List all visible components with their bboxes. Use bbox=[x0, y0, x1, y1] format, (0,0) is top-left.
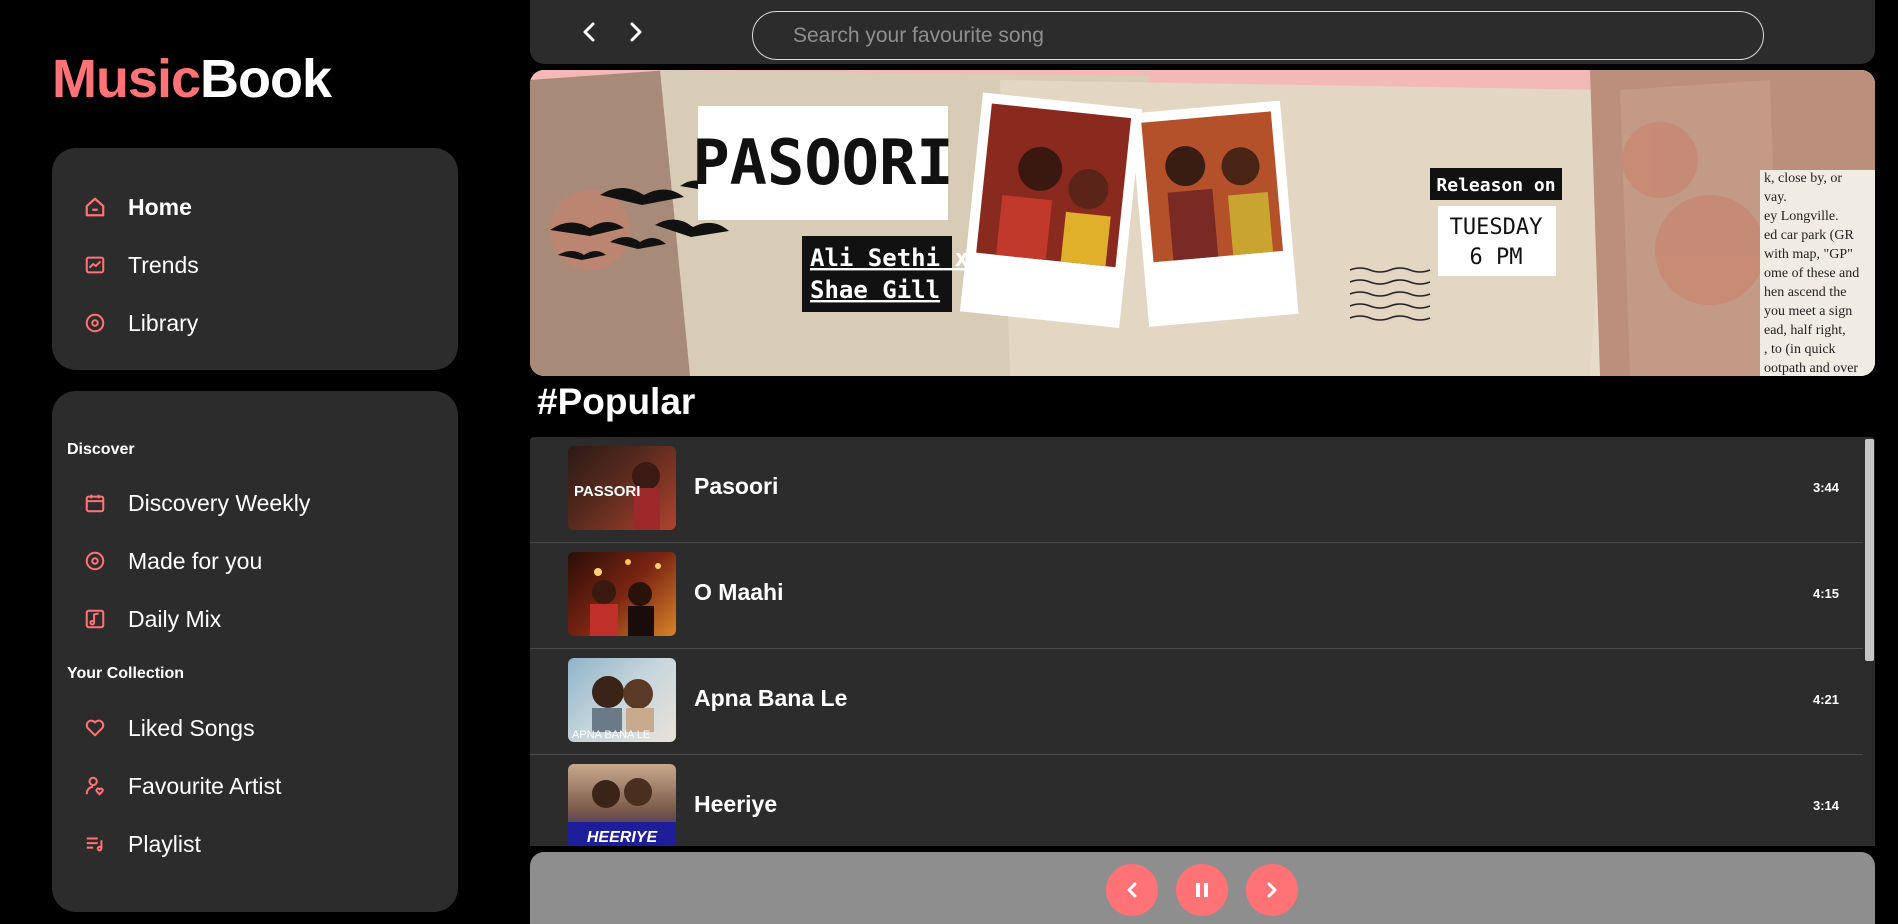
song-thumbnail: HEERIYE bbox=[568, 764, 676, 846]
song-row-apna-bana-le[interactable]: APNA BANA LE Apna Bana Le 4:21 bbox=[530, 649, 1863, 755]
song-duration: 3:14 bbox=[1812, 798, 1839, 813]
music-note-icon bbox=[82, 606, 108, 632]
song-title: Heeriye bbox=[694, 791, 778, 817]
nav-label: Trends bbox=[128, 251, 199, 278]
heart-icon bbox=[82, 715, 108, 741]
banner-release-time: 6 PM bbox=[1470, 245, 1523, 270]
app-root: MusicBook Home Trends Library Discover D… bbox=[0, 0, 1898, 924]
thumbnail-text: HEERIYE bbox=[587, 829, 659, 846]
song-row-pasoori[interactable]: PASSORI Pasoori 3:44 bbox=[530, 437, 1863, 543]
nav-item-trends[interactable]: Trends bbox=[82, 245, 199, 285]
nav-label: Liked Songs bbox=[128, 714, 255, 741]
previous-track-button[interactable] bbox=[1106, 864, 1158, 916]
pause-button[interactable] bbox=[1176, 864, 1228, 916]
song-title: Apna Bana Le bbox=[694, 685, 848, 711]
banner-release-label: Releason on bbox=[1436, 175, 1555, 196]
svg-text:ome of these and: ome of these and bbox=[1764, 266, 1859, 281]
svg-text:ootpath and over: ootpath and over bbox=[1764, 361, 1858, 376]
logo-part-book: Book bbox=[200, 49, 332, 109]
list-scrollbar[interactable] bbox=[1863, 437, 1875, 846]
nav-label: Home bbox=[128, 193, 192, 220]
main-nav-card: Home Trends Library bbox=[52, 148, 458, 370]
nav-label: Discovery Weekly bbox=[128, 489, 311, 516]
banner-artwork: PASOORI Ali Sethi x Shae Gill Releason o… bbox=[530, 70, 1875, 376]
svg-text:you meet a sign: you meet a sign bbox=[1764, 304, 1852, 319]
logo-part-music: Music bbox=[52, 49, 201, 109]
song-thumbnail: APNA BANA LE bbox=[568, 658, 676, 742]
svg-text:ey Longville.: ey Longville. bbox=[1764, 209, 1839, 224]
back-button[interactable] bbox=[574, 16, 604, 48]
nav-label: Library bbox=[128, 309, 199, 336]
song-row-heeriye[interactable]: HEERIYE Heeriye 3:14 bbox=[530, 755, 1863, 846]
polaroid-photo-2 bbox=[1130, 100, 1299, 327]
trend-chart-icon bbox=[82, 252, 108, 278]
nav-label: Daily Mix bbox=[128, 605, 222, 632]
nav-item-discovery-weekly[interactable]: Discovery Weekly bbox=[82, 483, 310, 523]
chevron-right-icon bbox=[630, 22, 642, 42]
nav-item-liked-songs[interactable]: Liked Songs bbox=[82, 708, 255, 748]
popular-song-list[interactable]: PASSORI Pasoori 3:44 O Maahi 4:15 APNA B… bbox=[530, 437, 1875, 846]
disc-icon bbox=[82, 548, 108, 574]
song-title: O Maahi bbox=[694, 579, 784, 605]
next-track-button[interactable] bbox=[1246, 864, 1298, 916]
nav-label: Made for you bbox=[128, 547, 263, 574]
song-duration: 3:44 bbox=[1812, 480, 1839, 495]
svg-text:ead, half right,: ead, half right, bbox=[1764, 323, 1846, 338]
banner-title: PASOORI bbox=[692, 126, 953, 199]
nav-item-favourite-artist[interactable]: Favourite Artist bbox=[82, 766, 281, 806]
calendar-icon bbox=[82, 490, 108, 516]
pause-icon bbox=[1196, 883, 1208, 897]
featured-banner[interactable]: PASOORI Ali Sethi x Shae Gill Releason o… bbox=[530, 70, 1875, 376]
thumbnail-text: APNA BANA LE bbox=[572, 729, 650, 741]
nav-item-library[interactable]: Library bbox=[82, 303, 198, 343]
svg-text:k, close by, or: k, close by, or bbox=[1764, 171, 1842, 186]
playlist-icon bbox=[82, 831, 108, 857]
chevron-left-icon bbox=[1127, 882, 1137, 898]
chevron-left-icon bbox=[583, 22, 595, 42]
song-row-o-maahi[interactable]: O Maahi 4:15 bbox=[530, 543, 1863, 649]
nav-item-playlist[interactable]: Playlist bbox=[82, 824, 201, 864]
svg-text:vay.: vay. bbox=[1764, 190, 1787, 205]
section-title-collection: Your Collection bbox=[67, 665, 185, 682]
forward-button[interactable] bbox=[621, 16, 651, 48]
thumbnail-text: PASSORI bbox=[574, 483, 640, 500]
popular-section-title: #Popular bbox=[537, 381, 696, 422]
sidebar: MusicBook Home Trends Library Discover D… bbox=[0, 0, 520, 924]
top-bar bbox=[530, 0, 1875, 64]
svg-text:, to (in quick: , to (in quick bbox=[1764, 342, 1836, 357]
banner-artist-line1: Ali Sethi x bbox=[810, 244, 969, 272]
banner-artist-line2: Shae Gill bbox=[810, 276, 940, 304]
song-title: Pasoori bbox=[694, 473, 779, 499]
banner-release-day: TUESDAY bbox=[1450, 215, 1543, 240]
app-logo[interactable]: MusicBook bbox=[52, 48, 332, 110]
svg-text:with map, "GP": with map, "GP" bbox=[1764, 247, 1853, 262]
svg-text:ed car park (GR: ed car park (GR bbox=[1764, 228, 1854, 243]
nav-label: Playlist bbox=[128, 830, 201, 857]
nav-item-made-for-you[interactable]: Made for you bbox=[82, 541, 262, 581]
home-icon bbox=[82, 194, 108, 220]
song-duration: 4:15 bbox=[1812, 586, 1839, 601]
nav-item-daily-mix[interactable]: Daily Mix bbox=[82, 599, 221, 639]
song-thumbnail: PASSORI bbox=[568, 446, 676, 530]
player-bar bbox=[530, 852, 1875, 924]
library-nav-card: Discover Discovery Weekly Made for you D… bbox=[52, 391, 458, 912]
polaroid-photo-1 bbox=[959, 92, 1143, 329]
nav-item-home[interactable]: Home bbox=[82, 187, 192, 227]
nav-label: Favourite Artist bbox=[128, 772, 282, 799]
svg-text:hen ascend the: hen ascend the bbox=[1764, 285, 1846, 300]
section-title-discover: Discover bbox=[67, 441, 135, 458]
search-input[interactable] bbox=[752, 11, 1764, 60]
scrollbar-thumb[interactable] bbox=[1865, 439, 1874, 661]
chevron-right-icon bbox=[1267, 882, 1277, 898]
user-heart-icon bbox=[82, 773, 108, 799]
disc-icon bbox=[82, 310, 108, 336]
song-thumbnail bbox=[568, 552, 676, 636]
song-duration: 4:21 bbox=[1812, 692, 1839, 707]
